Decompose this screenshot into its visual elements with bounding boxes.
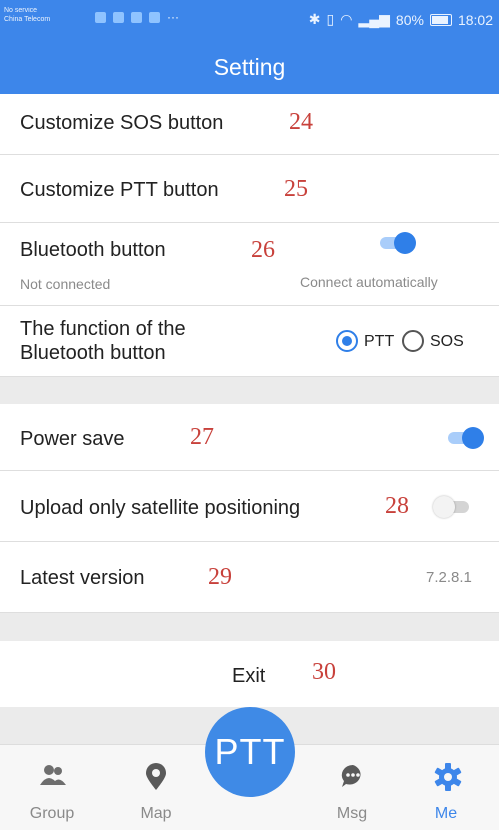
connect-automatically-toggle[interactable]	[376, 230, 416, 256]
notification-icon	[95, 12, 106, 23]
battery-icon	[429, 13, 452, 26]
customize-ptt-row[interactable]: Customize PTT button 25	[0, 155, 499, 223]
bluetooth-button-label: Bluetooth button	[20, 239, 166, 261]
exit-row[interactable]: Exit 30	[0, 641, 499, 707]
power-save-toggle[interactable]	[444, 425, 484, 451]
gear-icon	[434, 763, 462, 791]
annotation-number: 28	[385, 493, 409, 519]
toggle-knob	[433, 496, 455, 518]
annotation-number: 26	[251, 237, 275, 263]
section-divider	[0, 613, 499, 641]
carrier-line-2: China Telecom	[4, 16, 51, 23]
notification-icon	[113, 12, 124, 23]
page-title: Setting	[213, 54, 286, 80]
status-icons: ✱ ▯ ◠ ▂▄▆ 80% 18:02	[309, 11, 493, 28]
battery-percent: 80%	[395, 11, 424, 28]
wifi-icon: ◠	[340, 11, 353, 27]
ptt-radio-label[interactable]: PTT	[364, 333, 394, 351]
nav-label-map: Map	[140, 805, 172, 822]
clock: 18:02	[457, 11, 493, 28]
ptt-button-label: PTT	[214, 731, 286, 772]
nav-item-me[interactable]: Me	[396, 745, 496, 830]
annotation-number: 24	[289, 109, 313, 135]
annotation-number: 30	[312, 659, 336, 685]
customize-sos-row[interactable]: Customize SOS button 24	[0, 94, 499, 155]
connect-automatically-label: Connect automatically	[300, 274, 438, 290]
satellite-positioning-label: Upload only satellite positioning	[20, 497, 301, 519]
bluetooth-function-row: The function of the Bluetooth button PTT…	[0, 306, 499, 377]
bluetooth-function-label-line2: Bluetooth button	[20, 342, 166, 364]
bluetooth-button-row[interactable]: Bluetooth button 26 Not connected Connec…	[0, 223, 499, 306]
notification-icon	[149, 12, 160, 23]
nav-item-map[interactable]: Map	[106, 745, 206, 830]
section-divider	[0, 377, 499, 404]
status-bar: No service China Telecom ··· ✱ ▯ ◠ ▂▄▆ 8…	[0, 0, 499, 40]
toggle-knob	[462, 427, 484, 449]
bluetooth-status: Not connected	[20, 276, 111, 292]
map-pin-icon	[146, 763, 166, 790]
message-icon	[341, 764, 361, 787]
notification-icons: ···	[95, 10, 179, 24]
nav-item-group[interactable]: Group	[2, 745, 102, 830]
title-bar: Setting	[0, 40, 499, 94]
power-save-row: Power save 27	[0, 404, 499, 471]
toggle-knob	[394, 232, 416, 254]
more-notifications-icon: ···	[167, 10, 179, 24]
satellite-positioning-toggle[interactable]	[433, 494, 473, 520]
ptt-button[interactable]: PTT	[205, 707, 295, 797]
nav-item-msg[interactable]: Msg	[302, 745, 402, 830]
nav-label-msg: Msg	[336, 805, 368, 822]
customize-ptt-label: Customize PTT button	[20, 179, 219, 201]
sos-radio[interactable]	[402, 330, 424, 352]
bluetooth-function-label: The function of the Bluetooth button	[20, 317, 186, 365]
carrier-info: No service China Telecom	[4, 6, 50, 24]
carrier-line-1: No service	[4, 7, 38, 14]
ptt-radio[interactable]	[336, 330, 358, 352]
sos-radio-label[interactable]: SOS	[430, 333, 464, 351]
group-icon	[40, 765, 66, 785]
exit-button[interactable]: Exit	[232, 665, 265, 688]
notification-icon	[131, 12, 142, 23]
nav-label-me: Me	[434, 805, 458, 822]
nav-label-group: Group	[29, 805, 75, 822]
bluetooth-icon: ✱	[308, 11, 321, 27]
bluetooth-function-label-line1: The function of the	[20, 318, 186, 340]
customize-sos-label: Customize SOS button	[20, 112, 224, 134]
annotation-number: 29	[208, 564, 232, 590]
signal-icon: ▂▄▆	[358, 11, 390, 27]
version-number: 7.2.8.1	[426, 569, 472, 586]
annotation-number: 27	[190, 424, 214, 450]
power-save-label: Power save	[20, 428, 125, 450]
satellite-positioning-row: Upload only satellite positioning 28	[0, 471, 499, 542]
latest-version-row[interactable]: Latest version 29 7.2.8.1	[0, 542, 499, 613]
vibrate-icon: ▯	[326, 11, 335, 27]
latest-version-label: Latest version	[20, 567, 145, 589]
annotation-number: 25	[284, 176, 308, 202]
